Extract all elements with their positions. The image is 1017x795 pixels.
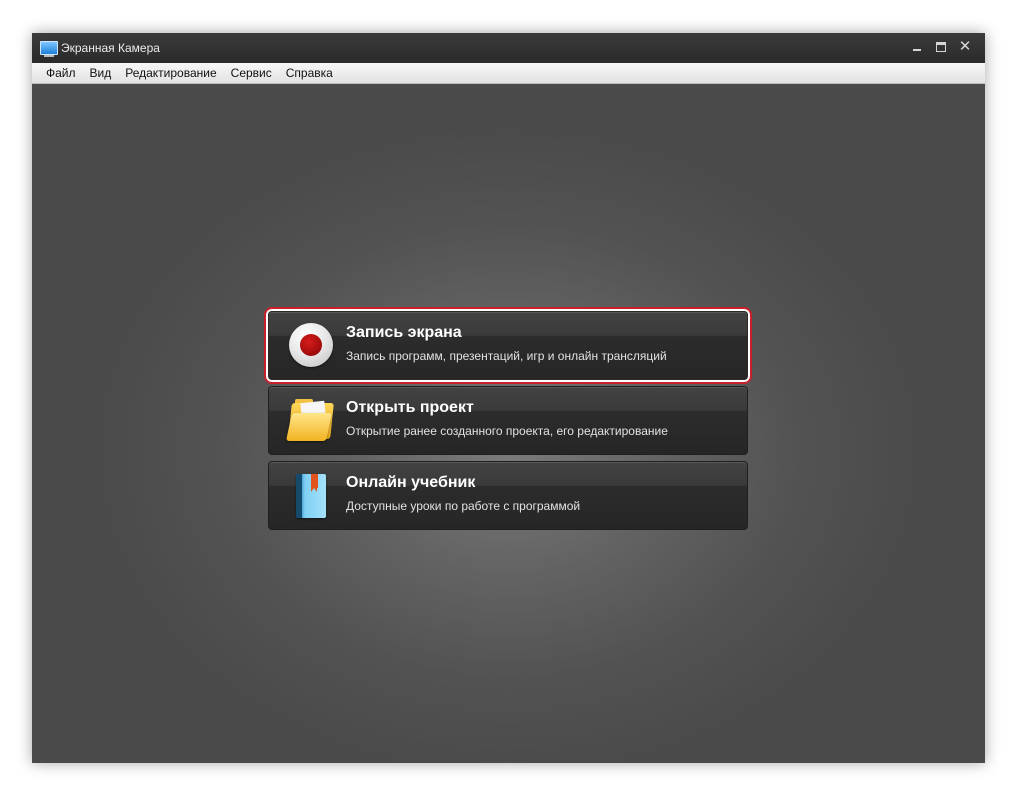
minimize-icon: [913, 49, 921, 51]
minimize-button[interactable]: [908, 39, 926, 55]
record-screen-description: Запись программ, презентаций, игр и онла…: [346, 349, 667, 363]
window-title: Экранная Камера: [61, 41, 160, 55]
record-icon: [287, 322, 337, 370]
maximize-button[interactable]: [932, 39, 950, 55]
record-screen-button[interactable]: Запись экрана Запись программ, презентац…: [268, 311, 748, 380]
online-tutorial-description: Доступные уроки по работе с программой: [346, 499, 581, 513]
book-icon: [287, 472, 337, 520]
monitor-icon: [40, 41, 58, 57]
menu-edit[interactable]: Редактирование: [118, 63, 223, 83]
menu-service[interactable]: Сервис: [224, 63, 279, 83]
close-button[interactable]: ✕: [956, 39, 974, 55]
folder-icon: [286, 397, 337, 445]
open-project-title: Открыть проект: [346, 399, 474, 416]
title-bar[interactable]: Экранная Камера ✕: [32, 33, 985, 63]
menu-file[interactable]: Файл: [39, 63, 83, 83]
record-screen-title: Запись экрана: [346, 324, 462, 341]
menu-bar: Файл Вид Редактирование Сервис Справка: [32, 63, 985, 84]
maximize-icon: [936, 42, 946, 52]
start-screen: Запись экрана Запись программ, презентац…: [32, 84, 985, 763]
online-tutorial-title: Онлайн учебник: [346, 474, 476, 491]
menu-help[interactable]: Справка: [279, 63, 340, 83]
open-project-description: Открытие ранее созданного проекта, его р…: [346, 424, 668, 438]
app-window: Экранная Камера ✕ Файл Вид Редактировани…: [32, 33, 985, 763]
menu-view[interactable]: Вид: [83, 63, 119, 83]
online-tutorial-button[interactable]: Онлайн учебник Доступные уроки по работе…: [268, 461, 748, 530]
open-project-button[interactable]: Открыть проект Открытие ранее созданного…: [268, 386, 748, 455]
